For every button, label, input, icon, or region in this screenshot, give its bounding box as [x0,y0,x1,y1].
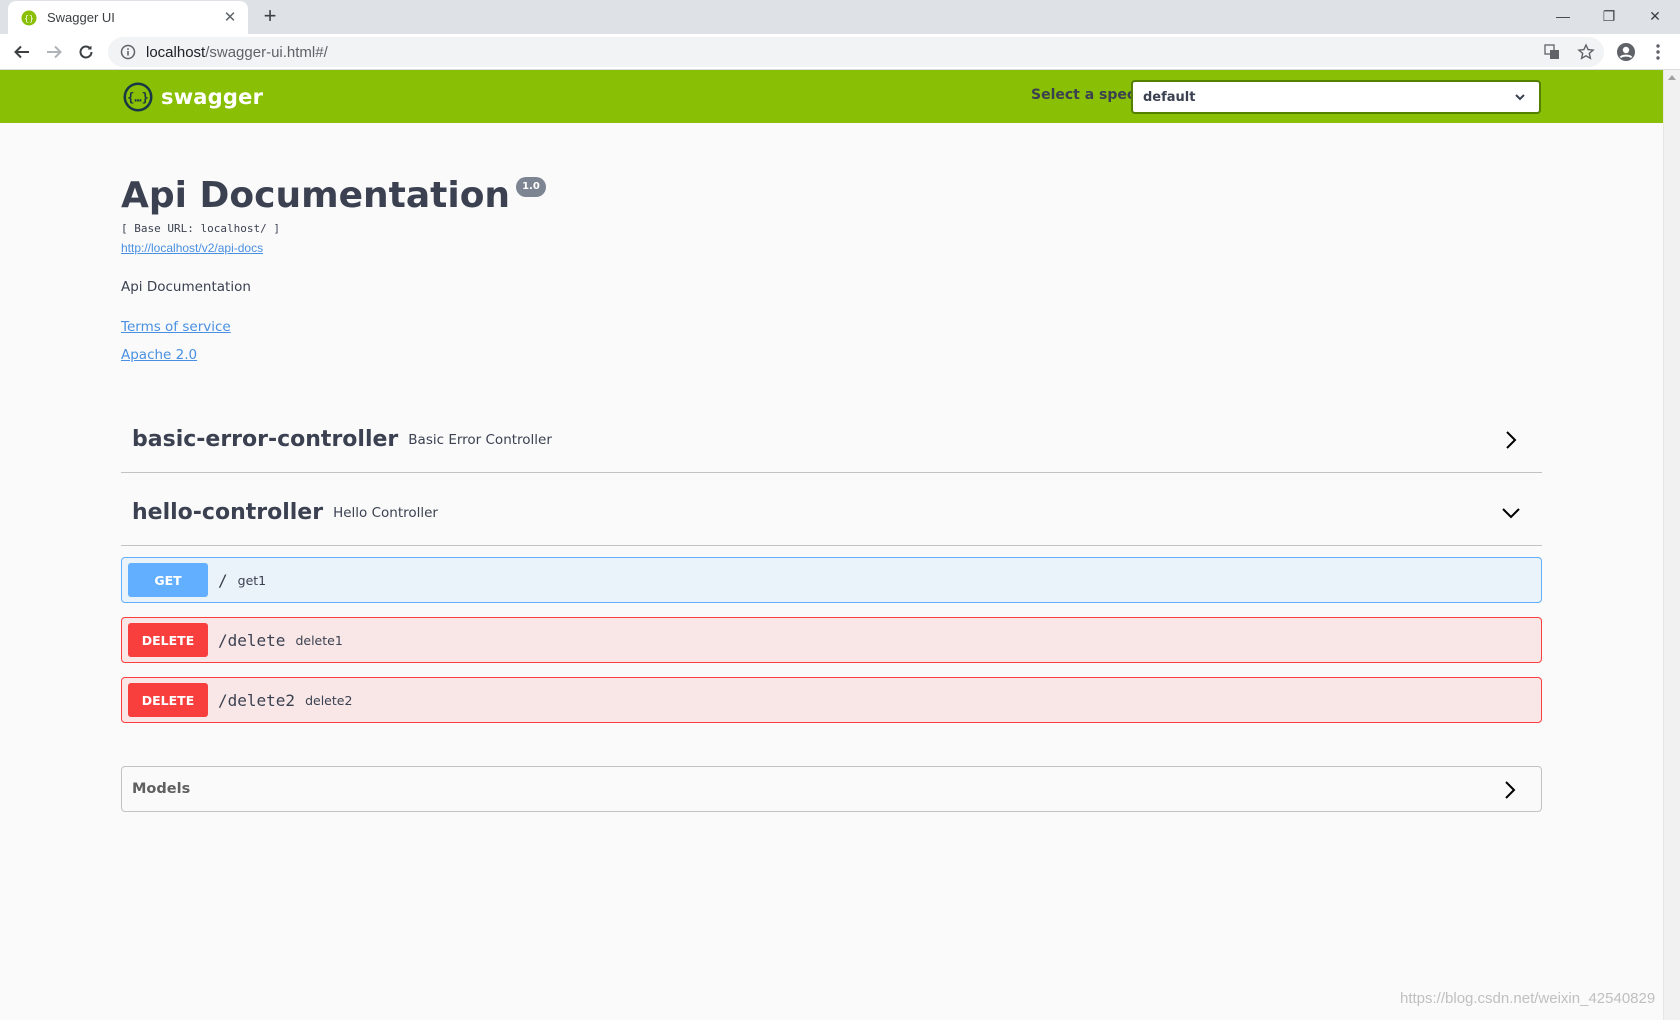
api-docs-link[interactable]: http://localhost/v2/api-docs [121,241,263,255]
svg-text:{}: {} [24,14,34,23]
info-icon[interactable] [120,44,136,60]
account-icon[interactable] [1616,42,1636,62]
swagger-topbar: {…} swagger Select a spec default [0,70,1663,123]
operation-summary: delete1 [295,632,343,648]
api-description: Api Documentation [121,279,251,295]
chevron-right-icon[interactable] [1500,429,1522,451]
terms-of-service-link[interactable]: Terms of service [121,319,546,335]
opblock-delete[interactable]: DELETE /delete delete1 [121,617,1542,663]
bookmark-star-icon[interactable] [1576,42,1596,62]
version-badge: 1.0 [516,177,546,197]
address-bar[interactable]: localhost/swagger-ui.html#/ [108,37,1604,67]
watermark: https://blog.csdn.net/weixin_42540829 [1400,990,1656,1007]
page-scrollbar[interactable] [1663,70,1680,1020]
svg-text:{…}: {…} [127,91,149,105]
tag-basic-error-controller[interactable]: basic-error-controller Basic Error Contr… [121,407,1542,473]
new-tab-button[interactable]: + [258,5,282,29]
chevron-down-icon[interactable] [1500,502,1522,524]
restore-window-icon[interactable]: ❐ [1586,4,1632,28]
close-window-icon[interactable]: ✕ [1632,4,1678,28]
tab-title: Swagger UI [47,10,115,25]
close-tab-icon[interactable]: ✕ [222,9,238,26]
base-url: [ Base URL: localhost/ ] [121,222,280,235]
chevron-right-icon[interactable] [1499,779,1521,801]
tag-name: basic-error-controller [132,427,399,452]
scroll-up-arrow-icon[interactable] [1668,75,1676,80]
swagger-logo[interactable]: {…} swagger [123,82,263,112]
tag-description: Basic Error Controller [408,431,552,448]
browser-tab[interactable]: {} Swagger UI ✕ [8,1,248,34]
api-info: Api Documentation 1.0 [ Base URL: localh… [121,172,546,363]
reload-icon[interactable] [72,38,100,66]
method-badge: DELETE [128,683,208,717]
opblock-delete2[interactable]: DELETE /delete2 delete2 [121,677,1542,723]
method-badge: GET [128,563,208,597]
browser-tab-bar: {} Swagger UI ✕ + — ❐ ✕ [0,0,1680,34]
method-badge: DELETE [128,623,208,657]
operation-path: /delete2 [218,690,296,710]
license-link[interactable]: Apache 2.0 [121,347,546,363]
models-section[interactable]: Models [121,766,1542,812]
operation-summary: get1 [237,572,267,588]
chevron-down-icon [1515,94,1525,101]
swagger-logo-icon: {…} [123,82,153,112]
tag-hello-controller[interactable]: hello-controller Hello Controller [121,480,1542,546]
opblock-get-root[interactable]: GET / get1 [121,557,1542,603]
browser-menu-icon[interactable] [1648,42,1668,62]
back-icon[interactable] [8,38,36,66]
minimize-window-icon[interactable]: — [1540,4,1586,28]
forward-icon[interactable] [40,38,68,66]
spec-label: Select a spec [1031,87,1136,103]
translate-icon[interactable] [1542,42,1562,62]
models-title: Models [132,781,191,797]
tag-name: hello-controller [132,500,324,525]
url-text: localhost/swagger-ui.html#/ [146,43,328,61]
spec-selected-value: default [1143,89,1196,105]
browser-toolbar: localhost/swagger-ui.html#/ [0,34,1680,70]
operation-path: /delete [218,630,286,650]
spec-select[interactable]: default [1131,80,1541,114]
swagger-logo-text: swagger [161,85,264,109]
operation-summary: delete2 [305,692,353,708]
tag-description: Hello Controller [333,504,438,521]
swagger-favicon-icon: {} [21,10,37,25]
api-title: Api Documentation [121,175,511,216]
operation-path: / [218,570,228,590]
